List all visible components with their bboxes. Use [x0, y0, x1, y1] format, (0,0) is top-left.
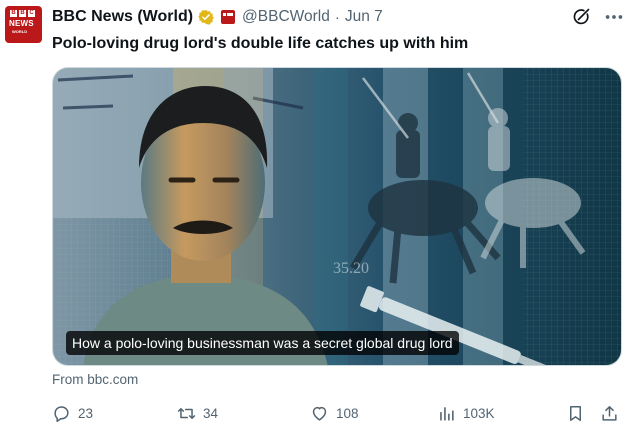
handle[interactable]: @BBCWorld: [242, 8, 330, 26]
reply-count: 23: [78, 405, 94, 421]
views-count: 103K: [463, 405, 495, 421]
bookmark-icon: [569, 405, 582, 421]
views-icon: [440, 406, 454, 421]
share-button[interactable]: [600, 402, 626, 424]
grok-icon[interactable]: [571, 7, 591, 27]
reply-button[interactable]: 23: [52, 402, 93, 424]
repost-button[interactable]: 34: [177, 402, 218, 424]
views-button[interactable]: 103K: [437, 402, 495, 424]
separator-dot: ·: [334, 8, 340, 26]
action-bar: 23 34 108 103K: [52, 402, 632, 424]
bbc-logo: B B C: [10, 10, 35, 17]
tweet-header: BBC News (World) @BBCWorld · Jun 7: [52, 7, 383, 27]
tweet[interactable]: B B C NEWS WORLD BBC News (World) @BBCWo…: [0, 0, 643, 432]
svg-text:35.20: 35.20: [333, 260, 369, 277]
bookmark-button[interactable]: [566, 402, 592, 424]
like-button[interactable]: 108: [310, 402, 359, 424]
repost-icon: [177, 407, 196, 419]
card-source[interactable]: From bbc.com: [52, 372, 138, 387]
like-icon: [312, 406, 327, 421]
card-caption: How a polo-loving businessman was a secr…: [66, 331, 459, 355]
avatar[interactable]: B B C NEWS WORLD: [5, 6, 42, 43]
avatar-news-text: NEWS: [9, 19, 34, 28]
tweet-date[interactable]: Jun 7: [345, 8, 383, 26]
share-icon: [602, 405, 617, 421]
more-icon[interactable]: [603, 7, 625, 27]
avatar-world-text: WORLD: [12, 29, 28, 34]
affiliate-badge-icon[interactable]: [221, 10, 236, 24]
card-image: 35.20: [53, 68, 621, 365]
reply-icon: [54, 405, 69, 422]
display-name[interactable]: BBC News (World): [52, 8, 193, 26]
tweet-text: Polo-loving drug lord's double life catc…: [52, 35, 469, 52]
repost-count: 34: [203, 405, 219, 421]
like-count: 108: [336, 405, 359, 421]
verified-badge-icon[interactable]: [198, 9, 214, 25]
link-card[interactable]: 35.20 How a polo-loving businessman was …: [52, 67, 622, 366]
